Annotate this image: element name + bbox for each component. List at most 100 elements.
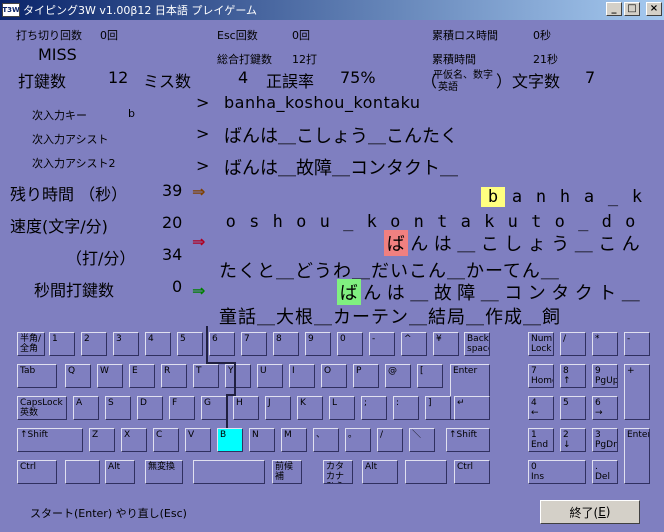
key[interactable]: 0 Ins bbox=[528, 460, 586, 484]
key[interactable]: 3 bbox=[113, 332, 139, 356]
key[interactable]: 前候補 bbox=[272, 460, 302, 484]
key[interactable]: W bbox=[97, 364, 123, 388]
key[interactable]: + bbox=[624, 364, 650, 420]
key[interactable]: E bbox=[129, 364, 155, 388]
key[interactable]: 4 bbox=[145, 332, 171, 356]
key[interactable] bbox=[405, 460, 447, 484]
key[interactable]: 9 PgUp bbox=[592, 364, 618, 388]
key[interactable]: 9 bbox=[305, 332, 331, 356]
key[interactable]: 。 bbox=[345, 428, 371, 452]
window-controls: _ □ × bbox=[606, 2, 662, 16]
typing-char: s bbox=[249, 212, 260, 232]
typing-char: ＿ bbox=[574, 234, 593, 255]
key[interactable]: 7 bbox=[241, 332, 267, 356]
uchikiri-value: 0回 bbox=[100, 29, 118, 42]
key[interactable]: F bbox=[169, 396, 195, 420]
key[interactable]: / bbox=[377, 428, 403, 452]
key[interactable]: S bbox=[105, 396, 131, 420]
key[interactable]: 7 Home bbox=[528, 364, 554, 388]
minimize-button[interactable]: _ bbox=[606, 2, 622, 16]
key[interactable]: : bbox=[393, 396, 419, 420]
key[interactable]: N bbox=[249, 428, 275, 452]
key[interactable]: G bbox=[201, 396, 227, 420]
key[interactable]: * bbox=[592, 332, 618, 356]
key[interactable]: - bbox=[369, 332, 395, 356]
key[interactable]: ¥ bbox=[433, 332, 459, 356]
key[interactable]: Y bbox=[225, 364, 251, 388]
key[interactable]: U bbox=[257, 364, 283, 388]
key[interactable]: ↵ bbox=[454, 396, 490, 420]
finger-guide-line bbox=[234, 362, 236, 396]
key[interactable]: I bbox=[289, 364, 315, 388]
key[interactable]: カタカナ ひらがな bbox=[323, 460, 353, 484]
key[interactable]: 8 bbox=[273, 332, 299, 356]
key[interactable]: Enter bbox=[624, 428, 650, 484]
key[interactable]: C bbox=[153, 428, 179, 452]
key[interactable]: B bbox=[217, 428, 243, 452]
maximize-button[interactable]: □ bbox=[624, 2, 640, 16]
key[interactable]: A bbox=[73, 396, 99, 420]
key[interactable] bbox=[65, 460, 100, 484]
key[interactable]: CapsLock 英数 bbox=[17, 396, 67, 420]
key[interactable]: ↑Shift bbox=[446, 428, 490, 452]
key[interactable]: K bbox=[297, 396, 323, 420]
key[interactable]: D bbox=[137, 396, 163, 420]
key[interactable]: . Del bbox=[592, 460, 618, 484]
key[interactable]: L bbox=[329, 396, 355, 420]
key[interactable]: 0 bbox=[337, 332, 363, 356]
key[interactable]: ＼ bbox=[409, 428, 435, 452]
key[interactable]: 4 ← bbox=[528, 396, 554, 420]
key[interactable]: M bbox=[281, 428, 307, 452]
key[interactable]: @ bbox=[385, 364, 411, 388]
key[interactable]: ↑Shift bbox=[17, 428, 83, 452]
typing-char: _ bbox=[578, 212, 589, 232]
typing-char: ょ bbox=[527, 234, 546, 255]
key[interactable]: 6 → bbox=[592, 396, 618, 420]
key[interactable]: J bbox=[265, 396, 291, 420]
key[interactable]: 1 bbox=[49, 332, 75, 356]
key[interactable]: H bbox=[233, 396, 259, 420]
key[interactable]: Num Lock bbox=[528, 332, 554, 356]
key[interactable]: Back space bbox=[464, 332, 490, 356]
key[interactable]: Ctrl bbox=[454, 460, 490, 484]
key[interactable]: O bbox=[321, 364, 347, 388]
key[interactable]: - bbox=[624, 332, 650, 356]
key[interactable]: Alt bbox=[105, 460, 135, 484]
key[interactable]: [ bbox=[417, 364, 443, 388]
key[interactable]: Ctrl bbox=[17, 460, 57, 484]
key[interactable]: X bbox=[121, 428, 147, 452]
typing-char: タ bbox=[551, 283, 570, 304]
key[interactable]: Tab bbox=[17, 364, 57, 388]
key[interactable]: 半角/ 全角 bbox=[17, 332, 45, 356]
key[interactable]: T bbox=[193, 364, 219, 388]
finger-guide-line bbox=[226, 394, 228, 428]
key[interactable]: ^ bbox=[401, 332, 427, 356]
key[interactable] bbox=[193, 460, 265, 484]
key[interactable]: 、 bbox=[313, 428, 339, 452]
key[interactable]: 3 PgDn bbox=[592, 428, 618, 452]
key[interactable]: V bbox=[185, 428, 211, 452]
key[interactable]: 5 bbox=[560, 396, 586, 420]
miss-count-value: 4 bbox=[238, 68, 249, 87]
key[interactable]: 2 bbox=[81, 332, 107, 356]
key[interactable]: 1 End bbox=[528, 428, 554, 452]
key[interactable]: Alt bbox=[362, 460, 398, 484]
key[interactable]: / bbox=[560, 332, 586, 356]
typing-char: o bbox=[554, 212, 565, 232]
key[interactable]: 8 ↑ bbox=[560, 364, 586, 388]
key[interactable]: R bbox=[161, 364, 187, 388]
accuracy-label: 正誤率 bbox=[266, 72, 315, 91]
key[interactable]: 6 bbox=[209, 332, 235, 356]
prompt-1-icon: > bbox=[196, 93, 210, 112]
key[interactable]: Z bbox=[89, 428, 115, 452]
key[interactable]: P bbox=[353, 364, 379, 388]
key[interactable]: 5 bbox=[177, 332, 203, 356]
key[interactable]: 2 ↓ bbox=[560, 428, 586, 452]
key[interactable]: ; bbox=[361, 396, 387, 420]
key[interactable]: 無変換 bbox=[145, 460, 183, 484]
end-button[interactable]: 終了(E) bbox=[540, 500, 640, 524]
key[interactable]: Q bbox=[65, 364, 91, 388]
key[interactable]: ] bbox=[425, 396, 451, 420]
keys-per-second-value: 0 bbox=[172, 277, 183, 296]
close-button[interactable]: × bbox=[646, 2, 662, 16]
